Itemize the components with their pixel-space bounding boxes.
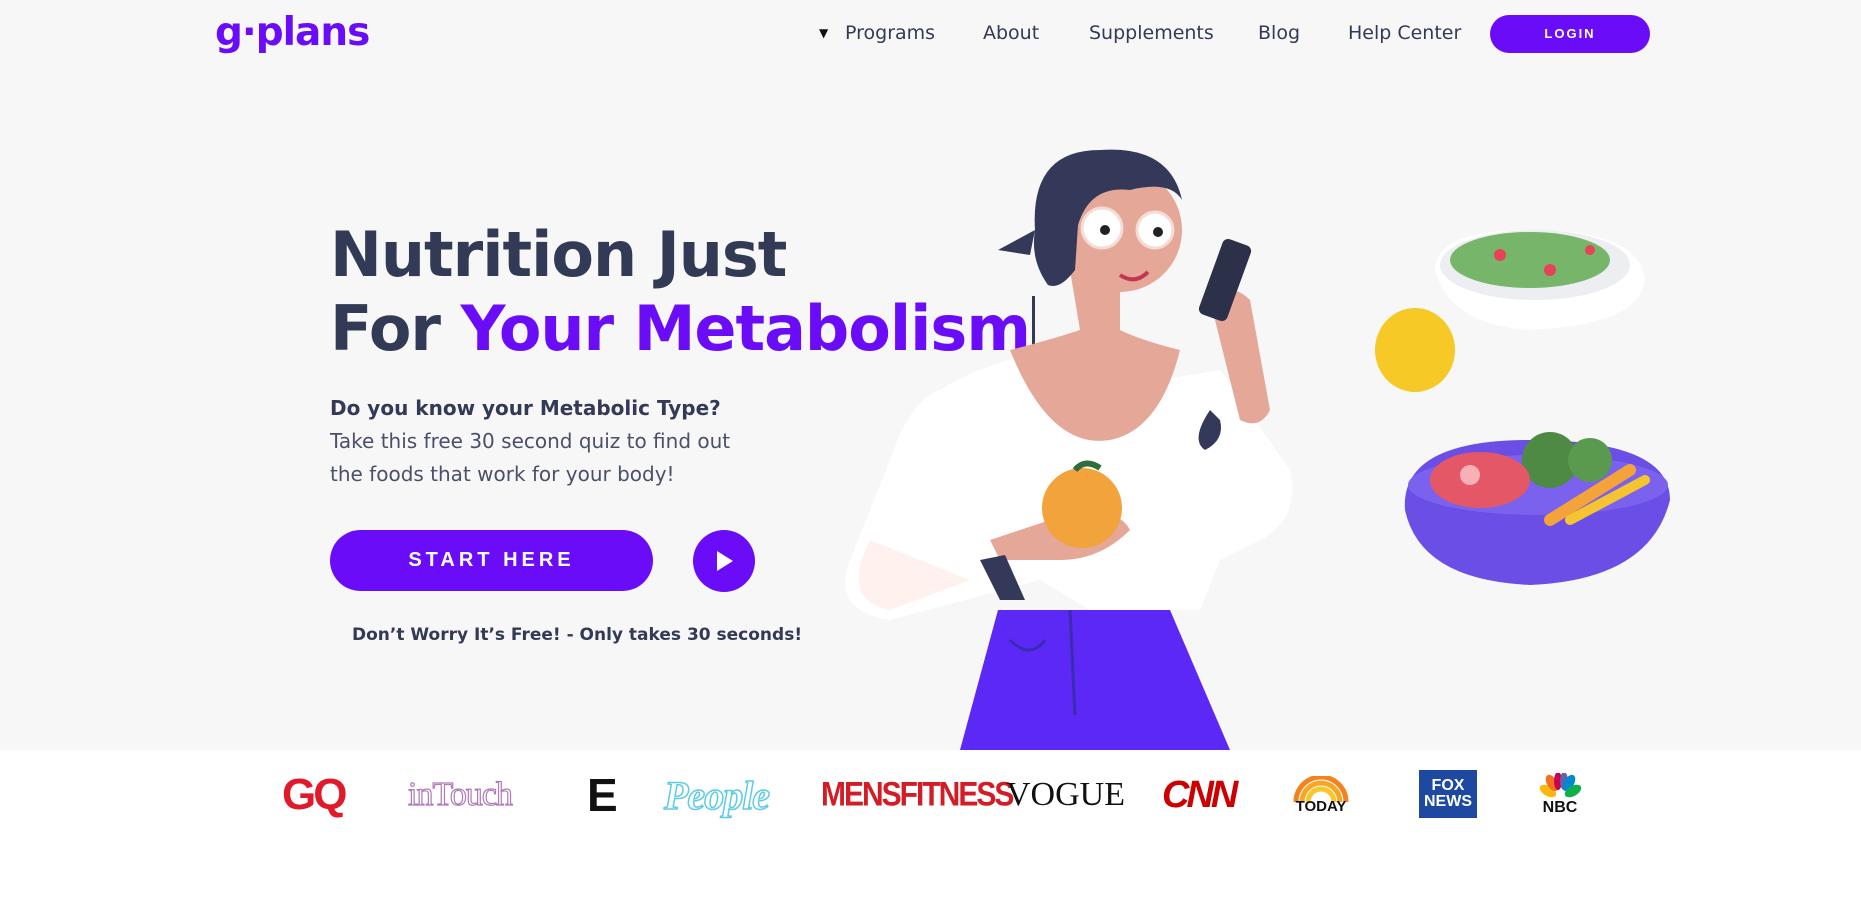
hero-section: g·plans ▼ Programs About Supplements Blo… — [0, 0, 1861, 750]
headline-line-2-plain: For — [330, 292, 461, 365]
start-here-button[interactable]: START HERE — [330, 530, 653, 591]
today-logo: TODAY — [1290, 770, 1352, 820]
nav-blog[interactable]: Blog — [1258, 22, 1300, 44]
nbc-logo-text: NBC — [1542, 799, 1578, 816]
nav-help-center[interactable]: Help Center — [1348, 22, 1461, 44]
login-button[interactable]: LOGIN — [1490, 15, 1650, 53]
woman-eating-healthy-illustration — [845, 149, 1670, 750]
caret-down-icon[interactable]: ▼ — [819, 26, 828, 40]
nav-programs[interactable]: Programs — [845, 22, 935, 44]
vogue-logo: VOGUE — [1006, 776, 1125, 813]
intouch-logo: inTouch — [407, 775, 513, 813]
foxnews-line-1: FOX — [1431, 777, 1465, 794]
subtext-rest: Take this free 30 second quiz to find ou… — [330, 429, 731, 486]
hero-subtext: Do you know your Metabolic Type? Take th… — [330, 392, 750, 491]
headline-line-1: Nutrition Just — [330, 218, 787, 291]
mensfitness-logo: MENSFITNESS — [821, 775, 1014, 814]
today-logo-text: TODAY — [1295, 797, 1347, 815]
foxnews-line-2: NEWS — [1424, 793, 1472, 810]
cnn-logo: CNN — [1162, 773, 1238, 816]
subtext-bold: Do you know your Metabolic Type? — [330, 396, 721, 420]
play-icon — [717, 551, 733, 571]
play-video-button[interactable] — [693, 530, 755, 592]
foxnews-logo: FOX NEWS — [1419, 770, 1477, 818]
nbc-logo: NBC — [1537, 770, 1583, 820]
gq-logo: GQ — [282, 770, 347, 819]
people-logo: People — [663, 772, 771, 819]
free-note: Don’t Worry It’s Free! - Only takes 30 s… — [352, 625, 803, 645]
nav-supplements[interactable]: Supplements — [1089, 22, 1214, 44]
gplans-logo[interactable]: g·plans — [215, 10, 370, 55]
e-logo: E — [587, 769, 618, 821]
nav-about[interactable]: About — [983, 22, 1039, 44]
peacock-icon — [1539, 773, 1582, 798]
